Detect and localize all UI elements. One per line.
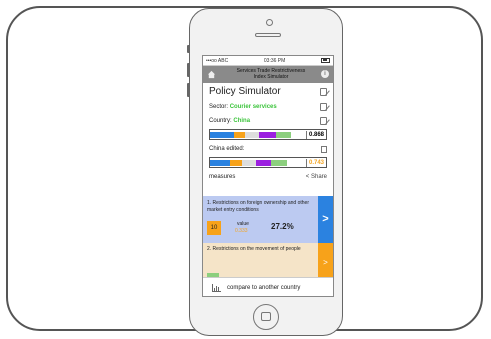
- share-button[interactable]: < Share: [306, 174, 327, 180]
- bar-segment: [259, 131, 276, 138]
- app-title-line2: Index Simulator: [253, 74, 289, 80]
- compare-label: compare to another country: [227, 284, 301, 291]
- edit-country-icon[interactable]: [320, 117, 327, 125]
- bar-segment: [242, 159, 256, 166]
- measure-card-2[interactable]: 2. Restrictions on the movement of peopl…: [203, 243, 333, 277]
- bar-segment: [210, 159, 230, 166]
- app-title: Services Trade Restrictiveness Index Sim…: [225, 68, 317, 80]
- edited-label: China edited:: [209, 146, 245, 152]
- chevron-right-icon[interactable]: >: [318, 243, 333, 277]
- bar-segment: [245, 131, 259, 138]
- home-button[interactable]: [253, 304, 279, 330]
- clock: 03:36 PM: [263, 57, 286, 64]
- sector-label: Sector:: [209, 104, 229, 110]
- volume-down-button: [187, 83, 190, 97]
- measure-card-1[interactable]: 1. Restrictions on foreign ownership and…: [203, 196, 333, 243]
- bar-segment: [256, 159, 271, 166]
- measure-2-text: 2. Restrictions on the movement of peopl…: [207, 246, 301, 252]
- bar-segment: [276, 131, 291, 138]
- home-icon[interactable]: [207, 70, 216, 79]
- speaker: [255, 33, 281, 37]
- share-label: Share: [310, 174, 327, 180]
- score-value: 0.868: [305, 130, 326, 139]
- sector-value[interactable]: Courier services: [230, 104, 277, 110]
- trash-icon[interactable]: [321, 145, 327, 153]
- battery-icon: [321, 57, 330, 64]
- measure-1-value: 0.333: [235, 228, 248, 234]
- measure-1-number: 10: [207, 221, 221, 235]
- volume-up-button: [187, 63, 190, 77]
- chevron-right-icon[interactable]: >: [318, 196, 333, 243]
- camera: [266, 19, 273, 26]
- edit-sector-icon[interactable]: [320, 103, 327, 111]
- bar-segment: [234, 131, 245, 138]
- bar-chart-icon: [212, 283, 221, 292]
- status-bar: •••oo ABC 03:36 PM: [203, 56, 333, 66]
- phone-mockup: •••oo ABC 03:36 PM Services Trade Restri…: [187, 8, 343, 336]
- bar-segment: [210, 131, 234, 138]
- edit-title-icon[interactable]: [320, 87, 327, 96]
- bar-segment: [271, 159, 287, 166]
- country-value[interactable]: China: [233, 118, 250, 124]
- edited-score-bar: 0.743: [209, 157, 327, 168]
- edited-score-value: 0.743: [305, 158, 326, 167]
- mute-switch: [187, 45, 190, 53]
- page-title: Policy Simulator: [209, 86, 281, 97]
- measures-label: measures: [209, 174, 236, 180]
- info-icon[interactable]: i: [321, 70, 329, 78]
- nav-bar: Services Trade Restrictiveness Index Sim…: [203, 66, 333, 83]
- compare-button[interactable]: compare to another country: [203, 277, 333, 296]
- measure-1-text: 1. Restrictions on foreign ownership and…: [207, 200, 310, 213]
- app-screen: •••oo ABC 03:36 PM Services Trade Restri…: [202, 55, 334, 297]
- carrier-label: •••oo ABC: [206, 57, 229, 64]
- measure-1-percent: 27.2%: [271, 222, 294, 231]
- bar-segment: [230, 159, 242, 166]
- country-label: Country:: [209, 118, 232, 124]
- share-icon: <: [305, 174, 310, 180]
- measure-1-value-label: value: [237, 221, 249, 227]
- score-bar: 0.868: [209, 129, 327, 140]
